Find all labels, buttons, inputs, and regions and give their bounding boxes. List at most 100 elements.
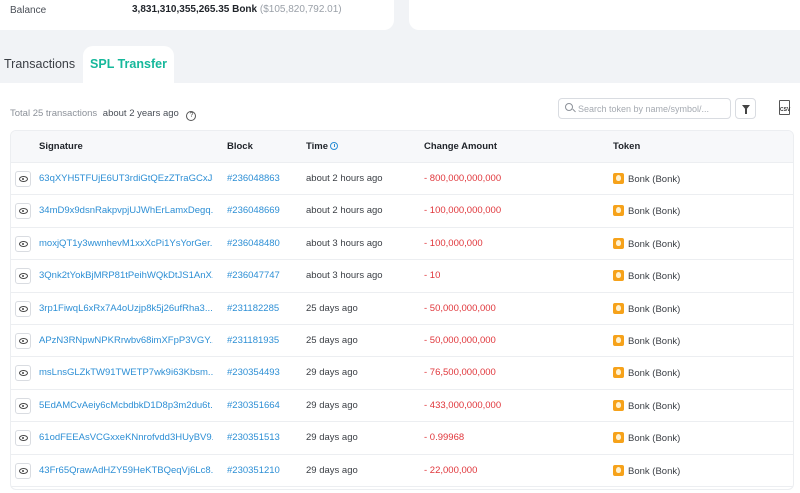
token-link[interactable]: Bonk (Bonk) xyxy=(613,432,680,444)
token-name: Bonk (Bonk) xyxy=(628,400,681,412)
token-link[interactable]: Bonk (Bonk) xyxy=(613,270,680,282)
clock-icon[interactable] xyxy=(330,142,339,150)
time-cell: 25 days ago xyxy=(306,302,358,314)
total-transactions: Total 25 transactions xyxy=(10,108,98,119)
header-time-label: Time xyxy=(306,141,329,152)
view-details-button[interactable] xyxy=(15,268,31,285)
token-link[interactable]: Bonk (Bonk) xyxy=(613,367,680,379)
header-signature: Signature xyxy=(39,141,83,152)
signature-link[interactable]: moxjQT1y3wwnhevM1xxXcPi1YsYorGer... xyxy=(39,238,213,249)
balance-label: Balance xyxy=(10,5,47,16)
balance-card: Balance 3,831,310,355,265.35 Bonk ($105,… xyxy=(0,0,394,30)
token-link[interactable]: Bonk (Bonk) xyxy=(613,399,681,412)
signature-link[interactable]: APzN3RNpwNPKRrwbv68imXFpP3VGY... xyxy=(39,335,213,346)
change-amount: - 22,000,000 xyxy=(424,464,478,476)
change-amount: - 100,000,000 xyxy=(424,237,483,249)
tab-transactions[interactable]: Transactions xyxy=(4,46,75,83)
token-link[interactable]: Bonk (Bonk) xyxy=(613,205,680,217)
token-name: Bonk (Bonk) xyxy=(628,336,681,347)
eye-icon xyxy=(19,338,28,344)
eye-icon xyxy=(19,467,28,474)
change-amount: - 0.99968 xyxy=(424,432,465,444)
transaction-summary: Total 25 transactions about 2 years ago … xyxy=(10,108,197,121)
balance-amount: 3,831,310,355,265.35 Bonk xyxy=(132,4,258,15)
block-link[interactable]: #230351513 xyxy=(227,432,280,443)
view-details-button[interactable] xyxy=(15,171,31,187)
header-token: Token xyxy=(613,141,641,152)
view-details-button[interactable] xyxy=(15,235,31,252)
view-details-button[interactable] xyxy=(15,203,31,220)
block-link[interactable]: #230351664 xyxy=(227,400,280,411)
table-row: 61odFEEAsVCGxxeKNnrofvdd3HUyBV9... #23035… xyxy=(11,422,793,455)
help-icon[interactable]: ? xyxy=(186,111,197,121)
block-link[interactable]: #236048863 xyxy=(227,173,280,184)
signature-link[interactable]: msLnsGLZkTW91TWETP7wk9i63Kbsm... xyxy=(39,367,213,378)
signature-link[interactable]: 61odFEEAsVCGxxeKNnrofvdd3HUyBV9... xyxy=(39,432,213,443)
time-cell: about 3 hours ago xyxy=(306,270,383,282)
change-amount: - 76,500,000,000 xyxy=(424,367,496,379)
view-details-button[interactable] xyxy=(15,430,31,447)
filter-icon xyxy=(742,105,750,114)
block-link[interactable]: #236048480 xyxy=(227,238,280,249)
signature-link[interactable]: 63qXYH5TFUjE6UT3rdiGtQEzZTraGCxJ5... xyxy=(39,173,213,184)
table-row: 3Qnk2tYokBjMRP81tPeihWQkDtJS1AnX... #2360… xyxy=(11,260,793,293)
time-cell: about 3 hours ago xyxy=(306,237,383,249)
view-details-button[interactable] xyxy=(15,300,31,317)
signature-link[interactable]: 43Fr65QrawAdHZY59HeKTBQeqVj6Lc8... xyxy=(39,465,213,476)
block-link[interactable]: #230351210 xyxy=(227,465,280,476)
change-amount: - 800,000,000,000 xyxy=(424,173,502,184)
table-row: APzN3RNpwNPKRrwbv68imXFpP3VGY... #2311819… xyxy=(11,325,793,358)
token-search xyxy=(558,98,731,119)
header-change-amount: Change Amount xyxy=(424,141,498,152)
time-cell: 29 days ago xyxy=(306,464,358,476)
view-details-button[interactable] xyxy=(15,397,31,414)
token-name: Bonk (Bonk) xyxy=(628,271,681,283)
eye-icon xyxy=(19,240,28,247)
bonk-token-icon xyxy=(613,237,624,249)
table-row: 34mD9x9dsnRakpvpjUJWhErLamxDegq... #23604… xyxy=(11,195,793,228)
table-header: Signature Block Time Change Amount Token xyxy=(11,131,793,163)
block-link[interactable]: #230354493 xyxy=(227,367,280,378)
search-icon xyxy=(565,103,573,111)
token-link[interactable]: Bonk (Bonk) xyxy=(613,302,680,315)
search-input[interactable] xyxy=(578,100,728,117)
table-row: 5EdAMCvAeiy6cMcbdbkD1D8p3m2du6t... #23035… xyxy=(11,390,793,423)
block-link[interactable]: #236047747 xyxy=(227,270,280,281)
token-link[interactable]: Bonk (Bonk) xyxy=(613,335,680,347)
block-link[interactable]: #231181935 xyxy=(227,335,279,346)
bonk-token-icon xyxy=(613,367,624,379)
signature-link[interactable]: 34mD9x9dsnRakpvpjUJWhErLamxDegq... xyxy=(39,205,213,216)
eye-icon xyxy=(19,435,28,442)
eye-icon xyxy=(19,370,28,377)
csv-download-button[interactable]: CSV xyxy=(778,100,792,117)
bonk-token-icon xyxy=(613,173,624,184)
block-link[interactable]: #236048669 xyxy=(227,205,280,216)
view-details-button[interactable] xyxy=(15,333,31,349)
signature-link[interactable]: 3rp1FiwqL6xRx7A4oUzjp8k5j26ufRha3... xyxy=(39,303,213,314)
bonk-token-icon xyxy=(613,335,624,346)
csv-download-icon: CSV xyxy=(779,100,790,115)
time-cell: about 2 hours ago xyxy=(306,173,383,184)
token-name: Bonk (Bonk) xyxy=(628,368,681,380)
summary-time: about 2 years ago xyxy=(102,108,179,119)
signature-link[interactable]: 3Qnk2tYokBjMRP81tPeihWQkDtJS1AnX... xyxy=(39,270,213,281)
spl-transfer-panel: Total 25 transactions about 2 years ago … xyxy=(0,83,800,493)
view-details-button[interactable] xyxy=(15,365,31,382)
eye-icon xyxy=(19,208,28,215)
token-link[interactable]: Bonk (Bonk) xyxy=(613,173,680,185)
token-name: Bonk (Bonk) xyxy=(628,465,681,477)
view-details-button[interactable] xyxy=(15,462,31,479)
eye-icon xyxy=(19,402,28,409)
tab-bar: Transactions SPL Transfer xyxy=(0,46,800,84)
block-link[interactable]: #231182285 xyxy=(227,303,279,314)
token-link[interactable]: Bonk (Bonk) xyxy=(613,237,680,250)
token-name: Bonk (Bonk) xyxy=(628,206,681,218)
signature-link[interactable]: 5EdAMCvAeiy6cMcbdbkD1D8p3m2du6t... xyxy=(39,400,213,411)
transfers-table: Signature Block Time Change Amount Token… xyxy=(10,130,794,490)
eye-icon xyxy=(19,273,28,280)
bonk-token-icon xyxy=(613,205,624,217)
bonk-token-icon xyxy=(613,432,624,444)
filter-button[interactable] xyxy=(735,98,756,119)
token-link[interactable]: Bonk (Bonk) xyxy=(613,464,681,477)
tab-spl-transfer[interactable]: SPL Transfer xyxy=(83,46,174,84)
